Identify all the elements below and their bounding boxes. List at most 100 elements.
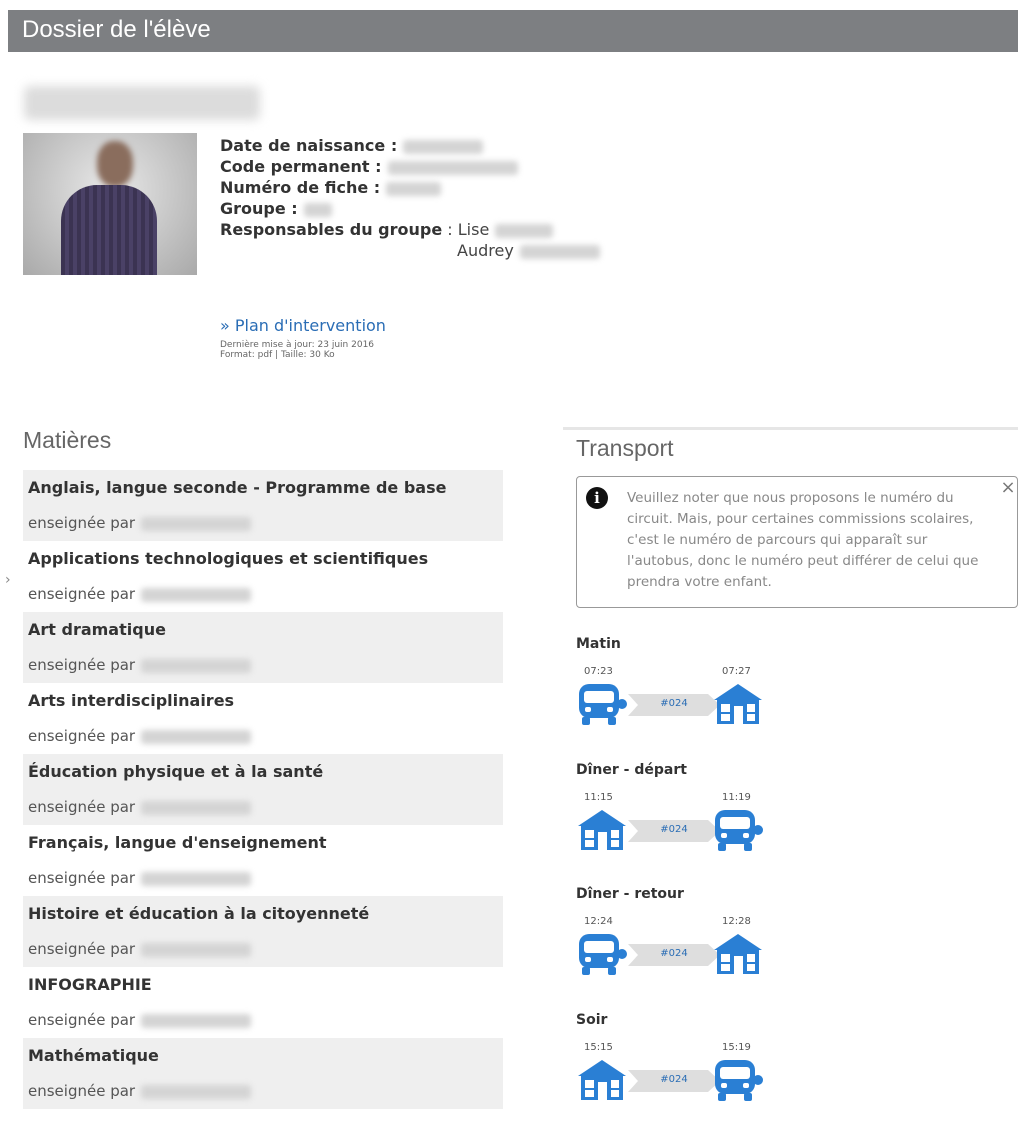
plan-format: Format: pdf | Taille: 30 Ko [220, 350, 335, 360]
group-value-redacted [303, 202, 332, 217]
trip-end-time: 07:27 [722, 666, 751, 677]
responsable-name-1: Lise [457, 220, 490, 239]
subject-teacher: enseignée par [28, 1082, 252, 1100]
teacher-prefix: enseignée par [28, 656, 136, 674]
subject-item: Mathématique enseignée par [23, 1038, 503, 1109]
responsables-label: Responsables du groupe [220, 220, 443, 239]
teacher-prefix: enseignée par [28, 727, 136, 745]
teacher-name-redacted [141, 658, 252, 673]
subject-item: Arts interdisciplinaires enseignée par [23, 683, 503, 754]
subject-item: Français, langue d'enseignement enseigné… [23, 825, 503, 896]
teacher-name-redacted [141, 871, 252, 886]
responsable-surname-1-redacted [495, 223, 554, 238]
plan-updated: Dernière mise à jour: 23 juin 2016 [220, 340, 375, 350]
plan-intervention-link[interactable]: » Plan d'intervention [220, 316, 386, 335]
subject-item: Anglais, langue seconde - Programme de b… [23, 470, 503, 541]
teacher-name-redacted [141, 1084, 252, 1099]
subject-teacher: enseignée par [28, 585, 252, 603]
subject-name: Éducation physique et à la santé [28, 762, 324, 781]
trip-label: Dîner - retour [576, 886, 684, 902]
trip-soir: Soir 15:15 15:19 #024 [576, 1012, 776, 1112]
trip-label: Dîner - départ [576, 762, 687, 778]
photo-torso [61, 185, 157, 275]
subject-item: Art dramatique enseignée par [23, 612, 503, 683]
trip-start-time: 15:15 [584, 1042, 613, 1053]
school-icon [712, 682, 764, 726]
bus-icon [576, 932, 628, 976]
route-badge: #024 [628, 944, 720, 966]
student-name-redacted [24, 86, 260, 120]
teacher-prefix: enseignée par [28, 940, 136, 958]
transport-title: Transport [576, 435, 674, 461]
route-number: #024 [660, 948, 688, 959]
bus-icon [712, 1058, 764, 1102]
teacher-prefix: enseignée par [28, 585, 136, 603]
subject-name: Art dramatique [28, 620, 166, 639]
trip-label: Soir [576, 1012, 608, 1028]
subject-name: Anglais, langue seconde - Programme de b… [28, 478, 447, 497]
teacher-prefix: enseignée par [28, 514, 136, 532]
subject-item: Histoire et éducation à la citoyenneté e… [23, 896, 503, 967]
bus-icon [576, 682, 628, 726]
subject-teacher: enseignée par [28, 940, 252, 958]
teacher-prefix: enseignée par [28, 1082, 136, 1100]
file-number-row: Numéro de fiche : [220, 177, 600, 198]
subject-teacher: enseignée par [28, 798, 252, 816]
trip-start-time: 12:24 [584, 916, 613, 927]
teacher-name-redacted [141, 942, 252, 957]
route-badge: #024 [628, 1070, 720, 1092]
subject-teacher: enseignée par [28, 869, 252, 887]
route-number: #024 [660, 698, 688, 709]
subjects-list: Anglais, langue seconde - Programme de b… [23, 470, 503, 1109]
teacher-name-redacted [141, 800, 252, 815]
student-info: Date de naissance : Code permanent : Num… [220, 135, 600, 261]
permanent-code-value-redacted [387, 160, 518, 175]
notice-text: Veuillez noter que nous proposons le num… [627, 490, 979, 590]
trip-diner-depart: Dîner - départ 11:15 11:19 #024 [576, 762, 776, 862]
teacher-name-redacted [141, 516, 252, 531]
teacher-prefix: enseignée par [28, 798, 136, 816]
subject-name: Histoire et éducation à la citoyenneté [28, 904, 370, 923]
subject-item: INFOGRAPHIE enseignée par [23, 967, 503, 1038]
route-badge: #024 [628, 820, 720, 842]
responsable-name-2: Audrey [457, 241, 514, 260]
scroll-left-arrow[interactable]: › [5, 572, 11, 588]
info-icon: i [586, 487, 608, 509]
teacher-prefix: enseignée par [28, 869, 136, 887]
trip-end-time: 15:19 [722, 1042, 751, 1053]
route-badge: #024 [628, 694, 720, 716]
plan-meta: Dernière mise à jour: 23 juin 2016 Forma… [220, 340, 374, 360]
school-icon [576, 808, 628, 852]
transport-notice: i × Veuillez noter que nous proposons le… [576, 476, 1018, 608]
responsable-surname-2-redacted [519, 244, 600, 259]
teacher-name-redacted [141, 1013, 252, 1028]
close-icon[interactable]: × [999, 477, 1017, 498]
school-icon [712, 932, 764, 976]
file-number-value-redacted [386, 181, 442, 196]
group-row: Groupe : [220, 198, 600, 219]
photo-head [97, 141, 133, 187]
birthdate-row: Date de naissance : [220, 135, 600, 156]
birthdate-label: Date de naissance : [220, 136, 398, 155]
trip-diner-retour: Dîner - retour 12:24 12:28 #024 [576, 886, 776, 986]
responsables-row-2: Audrey [220, 240, 600, 261]
bus-icon [712, 808, 764, 852]
teacher-name-redacted [141, 587, 252, 602]
subject-item: Applications technologiques et scientifi… [23, 541, 503, 612]
subject-name: Français, langue d'enseignement [28, 833, 327, 852]
trip-label: Matin [576, 636, 621, 652]
subject-name: Arts interdisciplinaires [28, 691, 235, 710]
subject-teacher: enseignée par [28, 727, 252, 745]
trip-start-time: 11:15 [584, 792, 613, 803]
subject-teacher: enseignée par [28, 656, 252, 674]
subject-teacher: enseignée par [28, 1011, 252, 1029]
group-label: Groupe : [220, 199, 298, 218]
subject-name: Mathématique [28, 1046, 159, 1065]
subject-teacher: enseignée par [28, 514, 252, 532]
transport-divider [563, 427, 1018, 430]
birthdate-value-redacted [403, 139, 484, 154]
route-number: #024 [660, 1074, 688, 1085]
subject-name: INFOGRAPHIE [28, 975, 152, 994]
permanent-code-row: Code permanent : [220, 156, 600, 177]
subject-item: Éducation physique et à la santé enseign… [23, 754, 503, 825]
